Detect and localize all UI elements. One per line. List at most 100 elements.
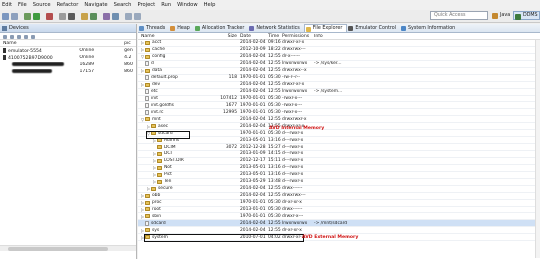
tab-network-statistics[interactable]: Network Statistics [248, 24, 303, 32]
file-name-cell: default.prop [138, 75, 218, 81]
file-tree-row[interactable]: ▷ acct 2014-02-04 09:16 drwxr-xr-x [138, 40, 540, 47]
menu-file[interactable]: File [18, 2, 27, 8]
column-header-permissions[interactable]: Permissions [282, 34, 314, 39]
file-perm-cell: -rwxr-x--- [282, 95, 303, 101]
save-icon[interactable] [11, 13, 18, 20]
column-header-time[interactable]: Time [268, 34, 282, 39]
menu-help[interactable]: Help [204, 2, 216, 8]
column-header-name[interactable]: Name [138, 34, 218, 39]
external-tools-icon[interactable] [46, 13, 53, 20]
forward-icon[interactable] [134, 13, 141, 20]
devices-horizontal-scrollbar[interactable] [0, 245, 136, 251]
process-row[interactable]: 17157 860 [0, 68, 136, 75]
file-tree-row[interactable]: ▷ proc 1970-01-01 05:30 dr-xr-xr-x [138, 200, 540, 207]
perspective-java[interactable]: Java [491, 11, 512, 20]
tab-file-explorer[interactable]: File Explorer [303, 24, 348, 32]
debug-icon[interactable] [24, 13, 31, 20]
new-icon[interactable] [2, 13, 9, 20]
new-class-icon[interactable] [90, 13, 97, 20]
redacted-process-name [12, 68, 52, 73]
debug-process-icon[interactable] [3, 34, 7, 39]
stop-process-icon[interactable] [24, 34, 28, 39]
file-tree-row[interactable]: ▷ obb 2014-02-04 12:55 drwxrwx--- [138, 193, 540, 200]
scrollbar-thumb[interactable] [8, 247, 108, 251]
tab-allocation-tracker[interactable]: Allocation Tracker [194, 24, 248, 32]
network-icon [249, 26, 255, 31]
back-icon[interactable] [125, 13, 132, 20]
file-tree-row[interactable]: ▽ sdcard 1970-01-01 05:30 d---rwxr-x [138, 130, 540, 138]
column-header-size[interactable]: Size [218, 34, 240, 39]
file-tree-row[interactable]: d 2014-02-04 12:55 lrwxrwxrwx -> /sys/ker... [138, 61, 540, 68]
file-tree-row[interactable]: ▷ Pict 2013-05-01 13:16 d---rwxr-x [138, 172, 540, 179]
file-size-cell: 1677 [225, 102, 237, 108]
menu-navigate[interactable]: Navigate [84, 2, 107, 8]
perspective-java-label: Java [500, 13, 511, 18]
dump-hprof-icon[interactable] [17, 34, 21, 39]
file-perm-cell: dr-xr-xr-x [282, 200, 302, 206]
file-tree-row[interactable]: ▷ Not 2013-05-01 13:16 d---rwxr-x [138, 165, 540, 172]
file-tree-row[interactable]: ▽ mnt 2014-02-04 12:55 drwxrwxr-x [138, 116, 540, 124]
file-tree-row[interactable]: ▷ sys 2014-02-04 12:55 dr-xr-xr-x [138, 227, 540, 235]
file-tree-row[interactable]: ▷ asec 2014-02-04 12:55 drwxr-xr-x [138, 123, 540, 131]
sdk-manager-icon[interactable] [59, 13, 66, 20]
menu-source[interactable]: Source [33, 2, 51, 8]
file-tree-row[interactable]: ▷ DCI 2013-01-09 14:15 d---rwxr-x [138, 151, 540, 158]
file-tree-row[interactable]: ▷ data 2014-02-04 12:55 drwxrwx--x [138, 68, 540, 75]
avd-manager-icon[interactable] [68, 13, 75, 20]
file-explorer-vertical-scrollbar[interactable] [535, 40, 540, 258]
devices-col-extra[interactable]: pic [124, 41, 136, 46]
menu-run[interactable]: Run [161, 2, 171, 8]
device-row[interactable]: emulator-5554 Online gen [0, 47, 136, 54]
screen-capture-icon[interactable] [31, 34, 35, 39]
menu-window[interactable]: Window [177, 2, 197, 8]
perspective-ddms[interactable]: DDMS [513, 11, 540, 20]
file-tree-row[interactable]: ▷ Alarms 2013-05-01 13:16 d---rwxr-x [138, 137, 540, 145]
file-perm-cell: -rwxr-x--- [282, 102, 303, 108]
new-package-icon[interactable] [81, 13, 88, 20]
file-tree-row[interactable]: ▷ cache 2012-10-09 18:22 drwxrwx--- [138, 47, 540, 54]
file-tree-row[interactable]: ▷ LOST.DIR 2012-12-17 15:11 d---rwxr-x [138, 158, 540, 165]
column-header-date[interactable]: Date [240, 34, 268, 39]
tab-threads[interactable]: Threads [138, 24, 169, 32]
file-tree-row[interactable]: ▷ root 2013-01-01 05:30 drwx------ [138, 207, 540, 214]
menu-refactor[interactable]: Refactor [57, 2, 79, 8]
file-tree-row[interactable]: ▷ dev 2014-02-04 12:55 drwxr-xr-x [138, 82, 540, 89]
file-tree-row[interactable]: ▷ Ten 2013-05-29 13:48 d---rwxr-x [138, 179, 540, 186]
quick-access-input[interactable]: Quick Access [430, 11, 488, 20]
file-time-cell: 05:30 [268, 213, 281, 219]
file-tree-row[interactable]: ▷ sbin 1970-01-01 05:30 drwxr-x--- [138, 213, 540, 221]
file-name-cell: ▽ sdcard [138, 131, 218, 136]
file-time-cell: 05:30 [268, 206, 281, 212]
file-tree-row[interactable]: ▷ secure 2014-02-04 12:55 drwx------ [138, 186, 540, 193]
tab-label: Network Statistics [256, 26, 300, 31]
process-row[interactable]: 16289 860 [0, 61, 136, 68]
search-icon[interactable] [112, 13, 119, 20]
menu-project[interactable]: Project [137, 2, 155, 8]
run-icon[interactable] [33, 13, 40, 20]
tab-heap[interactable]: Heap [169, 24, 194, 32]
file-tree-row[interactable]: sdcard 2014-02-04 12:55 lrwxrwxrwx -> /mnt/s… [138, 220, 540, 228]
devices-tab[interactable]: Devices [0, 24, 136, 33]
file-date-cell: 1970-01-01 [240, 200, 266, 206]
device-row[interactable]: 4100752B97D9000 Online 4.2 [0, 54, 136, 61]
file-tree-row[interactable]: DCIM 3072 2012-12-28 15:27 d---rwxr-x [138, 144, 540, 151]
file-tree-row[interactable]: init.goldfis 1677 1970-01-01 05:30 -rwxr-x--… [138, 102, 540, 110]
tab-emulator-control[interactable]: Emulator Control [347, 24, 400, 32]
column-header-info[interactable]: Info [314, 34, 354, 39]
open-type-icon[interactable] [103, 13, 110, 20]
menu-search[interactable]: Search [114, 2, 132, 8]
file-date-cell: 2013-05-29 [240, 179, 266, 185]
menu-edit[interactable]: Edit [2, 2, 12, 8]
file-tree-row[interactable]: default.prop 118 1970-01-01 05:30 -rw-r--r-- [138, 75, 540, 82]
device-name-cell [0, 61, 79, 68]
file-time-cell: 13:48 [268, 179, 281, 185]
devices-col-name[interactable]: Name [0, 41, 79, 46]
file-tree-row[interactable]: init.rc 12995 1970-01-01 05:30 -rwxr-x--- [138, 109, 540, 117]
update-heap-icon[interactable] [10, 34, 14, 39]
tab-label: Allocation Tracker [201, 26, 245, 31]
file-tree-row[interactable]: etc 2014-02-04 12:55 lrwxrwxrwx -> /system..… [138, 89, 540, 96]
file-tree-row[interactable]: ▽ config 2014-02-04 12:55 dr-x------ [138, 54, 540, 61]
file-perm-cell: drwxr-xr-x [282, 40, 305, 46]
file-tree-row[interactable]: init 107412 1970-01-01 05:30 -rwxr-x--- [138, 95, 540, 103]
tab-system-information[interactable]: System Information [400, 24, 459, 32]
